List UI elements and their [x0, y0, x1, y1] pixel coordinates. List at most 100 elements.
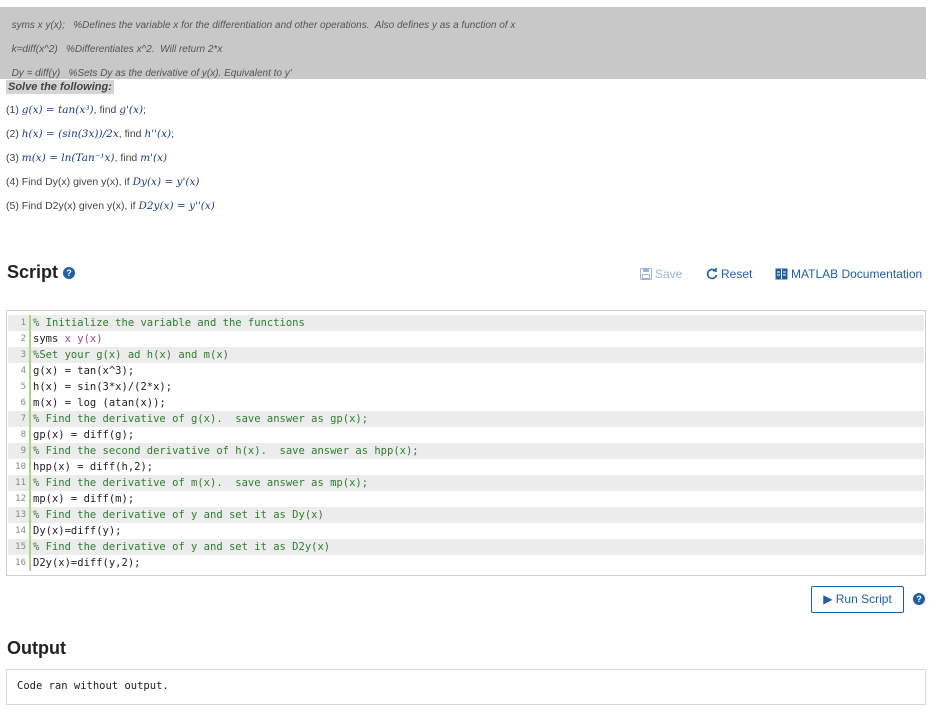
reset-arrow-icon [706, 268, 718, 280]
problem-prefix: (3) [6, 152, 22, 164]
code-line[interactable]: 2 syms x y(x) [8, 331, 924, 347]
problem-expression: D2y(x) = y''(x) [138, 200, 215, 212]
code-text: D2y(x)=diff(y,2); [29, 555, 140, 571]
code-line[interactable]: 16 D2y(x)=diff(y,2); [8, 555, 924, 571]
run-script-button[interactable]: ▶ Run Script [811, 586, 904, 613]
code-text: g(x) = tan(x^3); [29, 363, 134, 379]
code-text: % Find the derivative of y and set it as… [29, 507, 324, 523]
line-number: 15 [15, 542, 26, 552]
code-text: %Set your g(x) ad h(x) and m(x) [29, 347, 229, 363]
script-title: Script [7, 262, 59, 282]
note-comment: %Sets Dy as the derivative of y(x). Equi… [68, 68, 292, 79]
line-number: 13 [15, 510, 26, 520]
line-number: 3 [20, 350, 26, 360]
problem-suffix: ; [143, 104, 146, 116]
line-number: 8 [20, 430, 26, 440]
reset-label: Reset [721, 267, 753, 281]
note-code: Dy = diff(y) [11, 68, 61, 79]
line-number: 14 [15, 526, 26, 536]
code-text: % Find the derivative of m(x). save answ… [29, 475, 368, 491]
code-line[interactable]: 10 hpp(x) = diff(h,2); [8, 459, 924, 475]
save-disk-icon [640, 268, 652, 280]
note-code: k=diff(x^2) [11, 44, 58, 55]
problem-target: g'(x) [119, 104, 144, 116]
code-line[interactable]: 3 %Set your g(x) ad h(x) and m(x) [8, 347, 924, 363]
line-number: 11 [15, 478, 26, 488]
solve-heading: Solve the following: [6, 80, 114, 94]
note-line-3: Dy = diff(y) %Sets Dy as the derivative … [6, 57, 292, 79]
problem-4: (4) Find Dy(x) given y(x), if Dy(x) = y'… [6, 176, 199, 188]
help-circle-icon[interactable]: ? [63, 267, 76, 280]
save-label: Save [655, 267, 683, 281]
line-number: 4 [20, 366, 26, 376]
note-code: syms x y(x); [11, 20, 65, 31]
code-line[interactable]: 14 Dy(x)=diff(y); [8, 523, 924, 539]
code-text: syms x y(x) [29, 331, 103, 347]
code-line[interactable]: 1% Initialize the variable and the funct… [8, 315, 924, 331]
line-number: 2 [20, 334, 26, 344]
line-number: 1 [20, 318, 26, 328]
problem-prefix: (5) Find D2y(x) given y(x), if [6, 200, 139, 212]
documentation-icon [775, 268, 788, 280]
run-help-icon[interactable]: ? [913, 593, 925, 605]
line-number: 6 [20, 398, 26, 408]
matlab-documentation-link[interactable]: MATLAB Documentation [775, 267, 922, 281]
problem-2: (2) h(x) = (sin(3x))/2x, find h''(x); [6, 128, 174, 140]
problem-prefix: (1) [6, 104, 22, 116]
problem-mid: , find [114, 152, 141, 164]
code-line[interactable]: 12 mp(x) = diff(m); [8, 491, 924, 507]
code-line[interactable]: 11% Find the derivative of m(x). save an… [8, 475, 924, 491]
problem-expression: g(x) = tan(x³) [21, 104, 94, 116]
code-text: % Initialize the variable and the functi… [29, 315, 305, 331]
code-text: mp(x) = diff(m); [29, 491, 134, 507]
output-console: Code ran without output. [6, 669, 926, 705]
code-text: m(x) = log (atan(x)); [29, 395, 166, 411]
problem-suffix: ; [171, 128, 175, 140]
documentation-label: MATLAB Documentation [791, 267, 923, 281]
problem-5: (5) Find D2y(x) given y(x), if D2y(x) = … [6, 200, 215, 212]
note-comment: %Differentiates x^2. Will return 2*x [66, 44, 223, 55]
code-line[interactable]: 13% Find the derivative of y and set it … [8, 507, 924, 523]
problem-mid: , find [118, 128, 145, 140]
problem-prefix: (4) Find Dy(x) given y(x), if [6, 176, 133, 188]
code-text: % Find the second derivative of h(x). sa… [29, 443, 419, 459]
line-number: 10 [15, 462, 26, 472]
code-line[interactable]: 5 h(x) = sin(3*x)/(2*x); [8, 379, 924, 395]
code-line[interactable]: 9% Find the second derivative of h(x). s… [8, 443, 924, 459]
code-line[interactable]: 15% Find the derivative of y and set it … [8, 539, 924, 555]
code-text: % Find the derivative of y and set it as… [29, 539, 330, 555]
line-number: 12 [15, 494, 26, 504]
reset-button[interactable]: Reset [706, 267, 752, 281]
problem-expression: m(x) = ln(Tan⁻¹x) [21, 152, 115, 164]
note-comment: %Defines the variable x for the differen… [73, 20, 516, 31]
code-line[interactable]: 6 m(x) = log (atan(x)); [8, 395, 924, 411]
problem-target: m'(x) [140, 152, 168, 164]
problem-prefix: (2) [6, 128, 22, 140]
line-number: 16 [15, 558, 26, 568]
note-line-1: syms x y(x); %Defines the variable x for… [6, 9, 516, 31]
code-line[interactable]: 4 g(x) = tan(x^3); [8, 363, 924, 379]
code-text: Dy(x)=diff(y); [29, 523, 122, 539]
problem-3: (3) m(x) = ln(Tan⁻¹x), find m'(x) [6, 152, 167, 164]
run-script-label: Run Script [835, 592, 892, 606]
problem-expression: Dy(x) = y'(x) [132, 176, 200, 188]
note-line-2: k=diff(x^2) %Differentiates x^2. Will re… [6, 33, 223, 55]
save-button[interactable]: Save [640, 267, 682, 281]
code-text: % Find the derivative of g(x). save answ… [29, 411, 368, 427]
code-text: hpp(x) = diff(h,2); [29, 459, 153, 475]
code-line[interactable]: 8 gp(x) = diff(g); [8, 427, 924, 443]
code-editor[interactable]: 1% Initialize the variable and the funct… [6, 310, 926, 576]
play-icon: ▶ [823, 592, 833, 606]
script-heading: Script ? [7, 262, 76, 283]
code-line[interactable]: 7% Find the derivative of g(x). save ans… [8, 411, 924, 427]
line-number: 5 [20, 382, 26, 392]
code-text: gp(x) = diff(g); [29, 427, 134, 443]
problem-1: (1) g(x) = tan(x³), find g'(x); [6, 104, 146, 116]
line-number: 9 [20, 446, 26, 456]
output-heading: Output [7, 638, 66, 658]
code-text: h(x) = sin(3*x)/(2*x); [29, 379, 172, 395]
problem-target: h''(x) [144, 128, 172, 140]
problem-expression: h(x) = (sin(3x))/2x [21, 128, 119, 140]
problem-mid: , find [93, 104, 120, 116]
line-number: 7 [20, 414, 26, 424]
